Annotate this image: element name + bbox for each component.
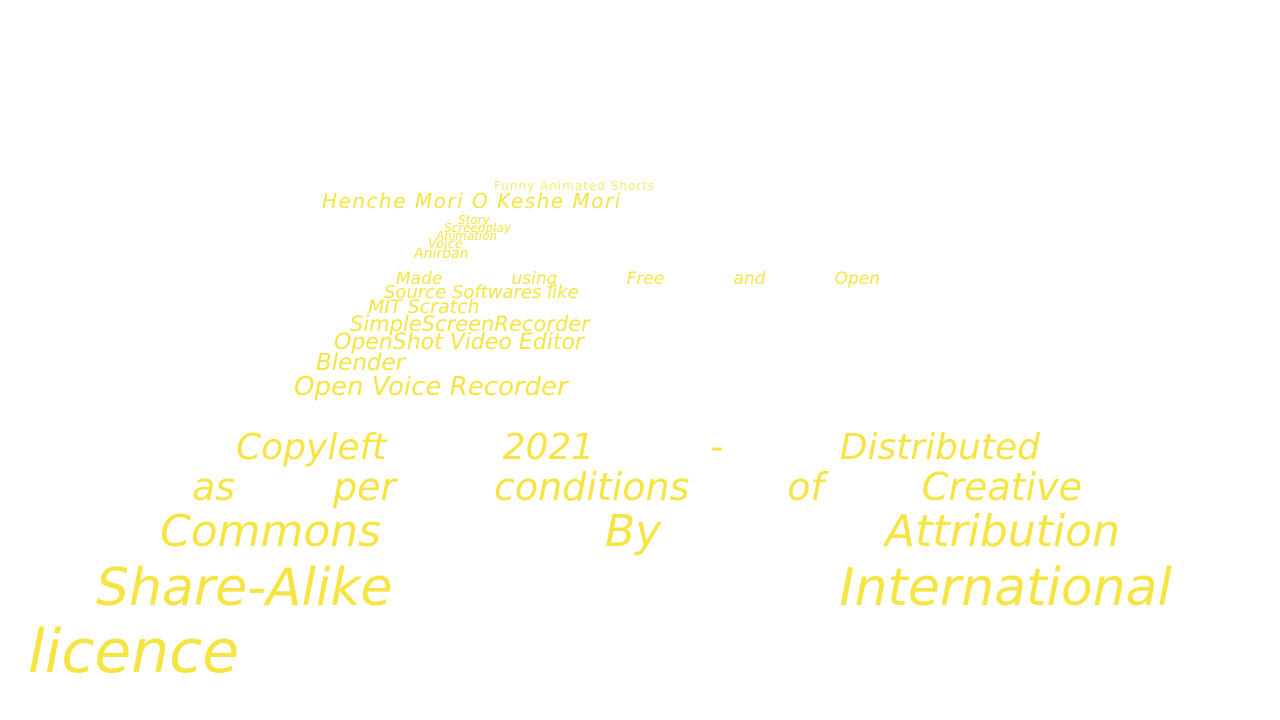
license-line-1: Copyleft 2021 - Distributed [236,430,1040,466]
license-word: - [710,427,724,468]
license-line-2: as per conditions of Creative [192,468,1082,506]
license-word: Commons [160,506,382,557]
license-word: 2021 [502,427,595,468]
license-word: Creative [921,465,1082,509]
license-word: Distributed [839,427,1040,468]
license-word: International [839,558,1172,618]
tools-word: Open [834,269,880,289]
credits-screen: Funny Animated Shorts Henche Mori O Kesh… [0,0,1280,720]
license-word: per [332,465,397,509]
license-line-4: Share-Alike International [96,562,1172,614]
license-word: Share-Alike [96,558,393,618]
license-word: Copyleft [236,427,387,468]
tools-word: and [733,269,766,289]
license-word: of [787,465,824,509]
license-word: conditions [493,465,690,509]
license-line-5: licence [28,617,240,687]
license-word: By [604,506,662,557]
film-title: Henche Mori O Keshe Mori [322,189,622,213]
license-word: as [192,465,236,509]
license-line-3: Commons By Attribution [160,510,1120,554]
tools-line-7: Open Voice Recorder [294,372,568,402]
tools-word: Free [626,269,665,289]
license-word: Attribution [884,506,1120,557]
author-name: Anirban [414,246,469,262]
